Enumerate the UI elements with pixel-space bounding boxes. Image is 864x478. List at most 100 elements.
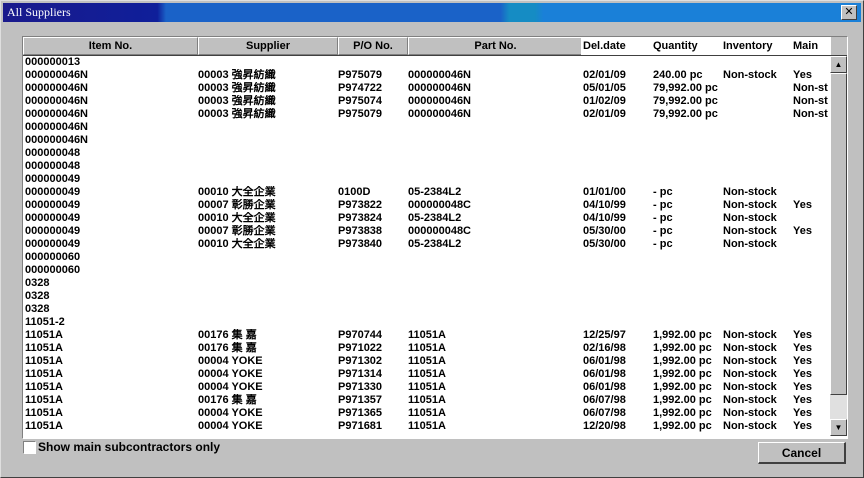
- cell-part-no: 05-2384L2: [408, 212, 462, 224]
- table-row[interactable]: 000000049 00007 彰勝企業 P973822 000000048C 04/1…: [23, 199, 829, 212]
- table-row[interactable]: 000000060: [23, 264, 829, 277]
- column-header-inventory[interactable]: Inventory: [721, 37, 793, 55]
- table-row[interactable]: 11051A 00176 集 嘉 P971022 11051A 02/16/98 1,99…: [23, 342, 829, 355]
- table-row[interactable]: 0328: [23, 290, 829, 303]
- table-row[interactable]: 11051A 00004 YOKE P971681 11051A 12/20/98 1,9…: [23, 420, 829, 433]
- cell-po-no: P975079: [338, 108, 383, 120]
- cell-po-no: P970744: [338, 329, 383, 341]
- table-row[interactable]: 000000046N: [23, 121, 829, 134]
- table-row[interactable]: 11051A 00004 YOKE P971330 11051A 06/01/98 1,9…: [23, 381, 829, 394]
- cell-po-no: P971330: [338, 381, 383, 393]
- table-row[interactable]: 000000060: [23, 251, 829, 264]
- cell-del-date: 04/10/99: [583, 199, 626, 211]
- table-row[interactable]: 11051A 00004 YOKE P971314 11051A 06/01/98 1,9…: [23, 368, 829, 381]
- cell-quantity: 79,992.00 pc: [653, 82, 718, 94]
- table-row[interactable]: 0328: [23, 303, 829, 316]
- cell-part-no: 11051A: [408, 355, 446, 367]
- table-row[interactable]: 000000013: [23, 56, 829, 69]
- cell-item-no: 11051A: [25, 420, 63, 432]
- cell-inventory: Non-stock: [723, 329, 777, 341]
- cell-main: [793, 290, 829, 303]
- cell-del-date: 06/07/98: [583, 407, 626, 419]
- cell-supplier: [198, 277, 338, 290]
- cell-part-no: 11051A: [408, 407, 446, 419]
- table-row[interactable]: 11051-2: [23, 316, 829, 329]
- cell-supplier: [198, 290, 338, 303]
- cell-quantity: [653, 303, 723, 316]
- cell-quantity: - pc: [653, 212, 673, 224]
- cell-inventory: [723, 121, 793, 134]
- table-row[interactable]: 000000046N 00003 強昇紡織 P975074 000000046N 01/…: [23, 95, 829, 108]
- cell-supplier: 00010 大全企業: [198, 212, 276, 224]
- table-row[interactable]: 000000046N 00003 強昇紡織 P975079 000000046N 02/…: [23, 108, 829, 121]
- scroll-up-arrow-icon[interactable]: ▲: [830, 56, 847, 73]
- main-subcontractors-checkbox[interactable]: [23, 441, 36, 454]
- table-row[interactable]: 000000049 00010 大全企業 0100D 05-2384L2 01/01/0…: [23, 186, 829, 199]
- cell-inventory: [723, 147, 793, 160]
- column-header-item-no[interactable]: Item No.: [23, 37, 198, 55]
- cell-supplier: [198, 303, 338, 316]
- column-header-quantity[interactable]: Quantity: [651, 37, 723, 55]
- cell-main: Yes: [793, 69, 812, 81]
- cell-po-no: P975079: [338, 69, 383, 81]
- table-row[interactable]: 11051A 00176 集 嘉 P971357 11051A 06/07/98 1,99…: [23, 394, 829, 407]
- cell-po-no: P971022: [338, 342, 383, 354]
- table-row[interactable]: 000000046N 00003 強昇紡織 P974722 000000046N 05/…: [23, 82, 829, 95]
- cell-inventory: [723, 173, 793, 186]
- cell-po-no: [338, 290, 408, 303]
- cell-quantity: 1,992.00 pc: [653, 407, 712, 419]
- cell-po-no: [338, 121, 408, 134]
- cell-inventory: [723, 108, 793, 121]
- suppliers-grid[interactable]: Item No. Supplier P/O No. Part No. Del.d…: [22, 36, 848, 439]
- cell-del-date: 01/01/00: [583, 186, 626, 198]
- table-row[interactable]: 000000049 00007 彰勝企業 P973838 000000048C 05/3…: [23, 225, 829, 238]
- column-header-supplier[interactable]: Supplier: [198, 37, 338, 55]
- cell-inventory: [723, 160, 793, 173]
- table-row[interactable]: 000000049: [23, 173, 829, 186]
- table-row[interactable]: 000000048: [23, 160, 829, 173]
- cell-po-no: [338, 173, 408, 186]
- table-row[interactable]: 000000046N: [23, 134, 829, 147]
- title-bar: All Suppliers ✕: [3, 3, 861, 22]
- cell-main: [793, 238, 829, 251]
- cancel-button[interactable]: Cancel: [758, 442, 846, 464]
- vertical-scrollbar[interactable]: ▲ ▼: [830, 56, 847, 436]
- cell-main: [793, 160, 829, 173]
- close-button[interactable]: ✕: [841, 5, 857, 20]
- table-row[interactable]: 11051A 00176 集 嘉 P970744 11051A 12/25/97 1,99…: [23, 329, 829, 342]
- table-row[interactable]: 11051A 00004 YOKE P971302 11051A 06/01/98 1,9…: [23, 355, 829, 368]
- cell-main: [793, 186, 829, 199]
- cell-supplier: 00004 YOKE: [198, 355, 263, 367]
- cell-inventory: [723, 264, 793, 277]
- column-header-del-date[interactable]: Del.date: [581, 37, 653, 55]
- cell-quantity: [653, 316, 723, 329]
- cell-del-date: 12/25/97: [583, 329, 626, 341]
- table-row[interactable]: 000000049 00010 大全企業 P973840 05-2384L2 05/30…: [23, 238, 829, 251]
- cell-po-no: [338, 134, 408, 147]
- cell-quantity: 1,992.00 pc: [653, 368, 712, 380]
- cell-quantity: 240.00 pc: [653, 69, 703, 81]
- cell-item-no: 11051A: [25, 342, 63, 354]
- table-row[interactable]: 000000049 00010 大全企業 P973824 05-2384L2 04/10…: [23, 212, 829, 225]
- cell-part-no: [408, 173, 583, 186]
- cell-part-no: 11051A: [408, 381, 446, 393]
- cell-del-date: 06/01/98: [583, 381, 626, 393]
- cell-part-no: [408, 290, 583, 303]
- column-header-part-no[interactable]: Part No.: [408, 37, 583, 55]
- scroll-down-arrow-icon[interactable]: ▼: [830, 419, 847, 436]
- column-header-main[interactable]: Main: [791, 37, 831, 55]
- table-row[interactable]: 0328: [23, 277, 829, 290]
- table-row[interactable]: 11051A 00004 YOKE P971365 11051A 06/07/98 1,9…: [23, 407, 829, 420]
- cell-part-no: 11051A: [408, 342, 446, 354]
- cell-item-no: 000000049: [25, 212, 81, 224]
- table-row[interactable]: 000000048: [23, 147, 829, 160]
- cell-del-date: 06/01/98: [583, 368, 626, 380]
- table-row[interactable]: 000000046N 00003 強昇紡織 P975079 000000046N 02/…: [23, 69, 829, 82]
- cell-po-no: P971302: [338, 355, 383, 367]
- cell-main: [793, 56, 829, 69]
- column-header-po-no[interactable]: P/O No.: [338, 37, 408, 55]
- cell-inventory: [723, 251, 793, 264]
- cell-item-no: 11051-2: [25, 316, 65, 328]
- cell-del-date: [583, 134, 653, 147]
- scroll-thumb[interactable]: [830, 73, 847, 395]
